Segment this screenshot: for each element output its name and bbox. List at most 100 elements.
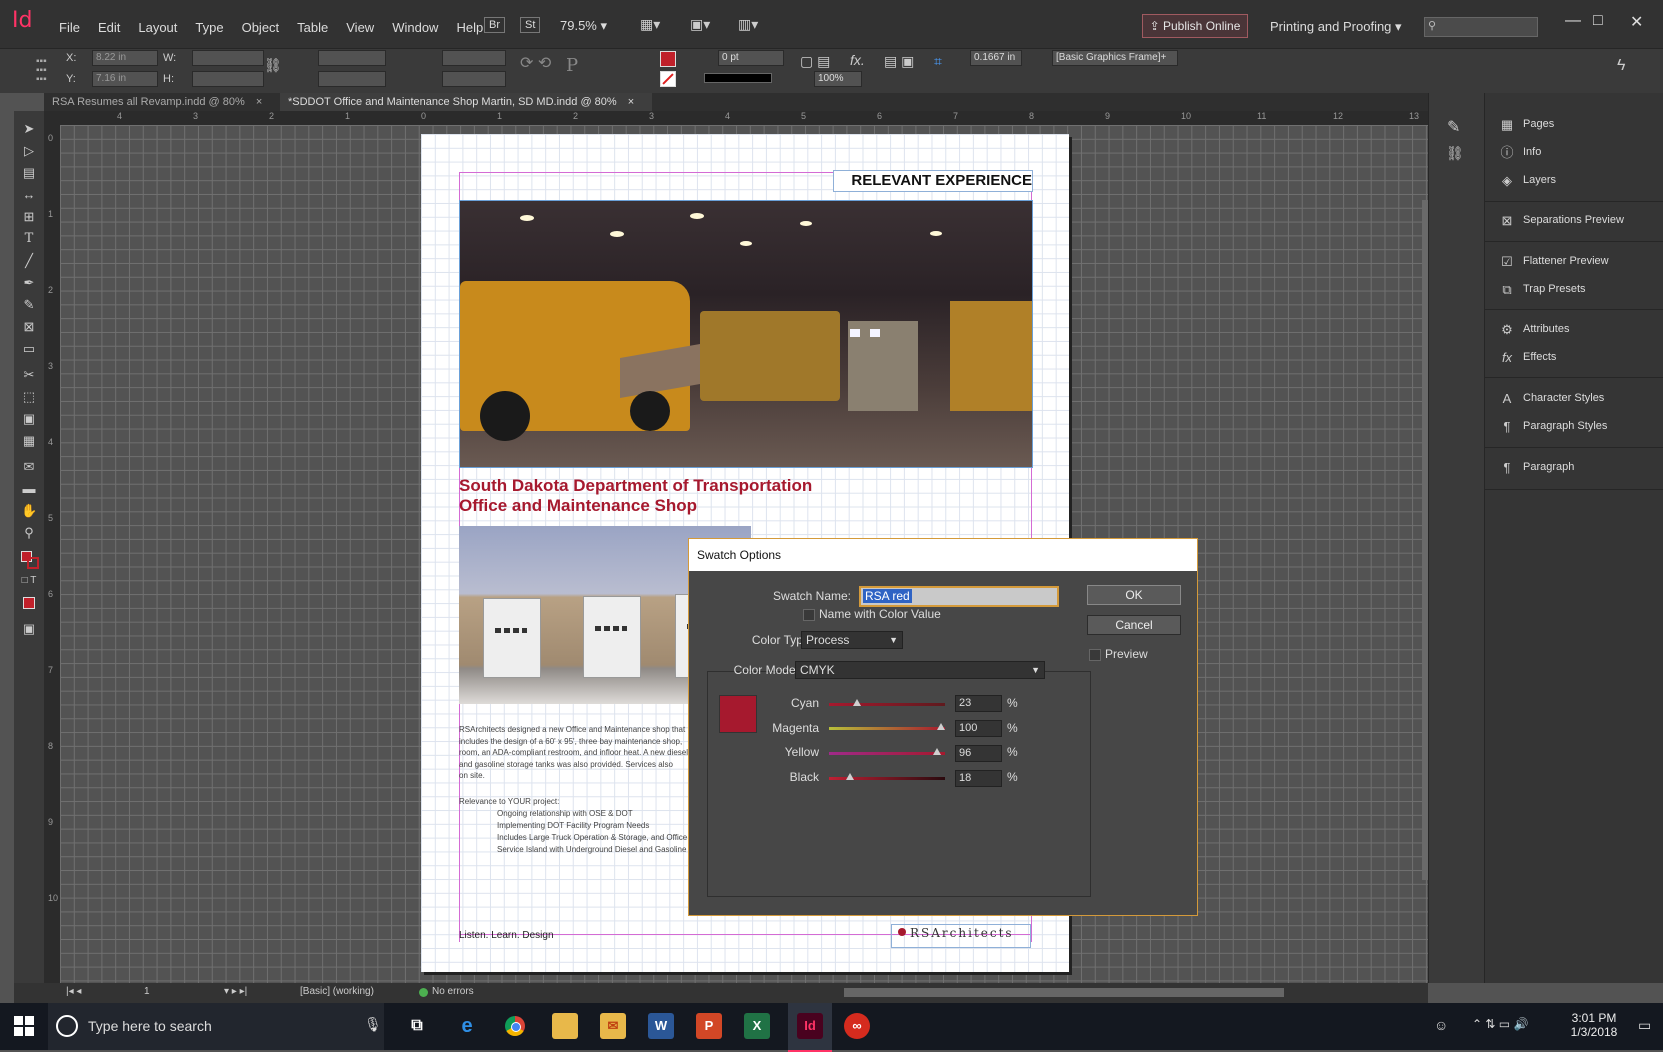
fill-stroke-icon[interactable]: [21, 551, 39, 569]
rectangle-tool-icon[interactable]: ▭: [21, 341, 37, 357]
minimize-button[interactable]: —: [1565, 12, 1581, 30]
panel-pages[interactable]: ▦ Pages: [1485, 111, 1663, 139]
scale-y-field[interactable]: [318, 71, 386, 87]
horizontal-ruler[interactable]: 4 3 2 1 0 1 2 3 4 5 6 7 8 9 10 11 12 13: [44, 111, 1428, 125]
menu-layout[interactable]: Layout: [129, 16, 186, 39]
windows-start-icon[interactable]: [14, 1016, 34, 1036]
opacity-field[interactable]: 100%: [814, 71, 862, 87]
apply-color-icon[interactable]: [21, 595, 37, 611]
type-tool-icon[interactable]: T: [21, 231, 37, 247]
note-tool-icon[interactable]: ✉: [21, 459, 37, 475]
drop-shadow-icon[interactable]: ▢ ▤: [800, 53, 830, 70]
taskbar-search-box[interactable]: Type here to search 🎙: [48, 1003, 384, 1050]
measure-tool-icon[interactable]: ▬: [21, 481, 37, 497]
tab-sddot-office[interactable]: *SDDOT Office and Maintenance Shop Marti…: [280, 93, 652, 111]
heading-frame[interactable]: RELEVANT EXPERIENCE: [833, 170, 1033, 192]
gradient-tool-icon[interactable]: ▣: [21, 411, 37, 427]
excel-icon[interactable]: X: [744, 1013, 770, 1039]
rectangle-frame-tool-icon[interactable]: ⊠: [21, 319, 37, 335]
slider-thumb[interactable]: [853, 699, 861, 706]
menu-object[interactable]: Object: [233, 16, 289, 39]
people-icon[interactable]: ☺: [1434, 1017, 1448, 1033]
free-transform-tool-icon[interactable]: ⬚: [21, 389, 37, 405]
file-explorer-icon[interactable]: [552, 1013, 578, 1039]
gap-tool-icon[interactable]: ↔: [21, 187, 37, 203]
panel-paragraph-styles[interactable]: ¶ Paragraph Styles: [1485, 413, 1663, 441]
gradient-feather-tool-icon[interactable]: ▦: [21, 433, 37, 449]
shear-field[interactable]: [442, 71, 506, 87]
cyan-field[interactable]: 23: [955, 695, 1002, 712]
direct-selection-tool-icon[interactable]: ▷: [21, 143, 37, 159]
chrome-icon[interactable]: [502, 1013, 528, 1039]
reference-point-icon[interactable]: ▪▪▪ ▪▪▪ ▪▪▪: [36, 57, 54, 85]
edge-icon[interactable]: e: [454, 1013, 480, 1039]
panel-flattener-preview[interactable]: ☑ Flattener Preview: [1485, 248, 1663, 276]
workspace-switcher[interactable]: Printing and Proofing ▾: [1270, 19, 1402, 35]
scale-x-field[interactable]: [318, 50, 386, 66]
content-collector-icon[interactable]: ⊞: [21, 209, 37, 225]
tab-rsa-resumes[interactable]: RSA Resumes all Revamp.indd @ 80% ×: [44, 93, 282, 111]
creative-cloud-icon[interactable]: ∞: [844, 1013, 870, 1039]
arrange-documents-icon[interactable]: ▥▾: [738, 16, 758, 33]
menu-window[interactable]: Window: [383, 16, 447, 39]
ok-button[interactable]: OK: [1087, 585, 1181, 605]
slider-thumb[interactable]: [937, 723, 945, 730]
word-icon[interactable]: W: [648, 1013, 674, 1039]
indesign-taskbar-item[interactable]: Id: [788, 1003, 832, 1052]
clock[interactable]: 3:01 PM 1/3/2018: [1566, 1011, 1622, 1039]
pencil-tool-icon[interactable]: ✎: [21, 297, 37, 313]
panel-layers[interactable]: ◈ Layers: [1485, 167, 1663, 195]
yellow-field[interactable]: 96: [955, 745, 1002, 762]
rotate-icon[interactable]: ⟳ ⟲: [520, 53, 551, 73]
selection-tool-icon[interactable]: ➤: [21, 121, 37, 137]
swatch-name-field[interactable]: RSA red: [859, 586, 1059, 607]
color-type-select[interactable]: Process ▼: [801, 631, 903, 649]
line-tool-icon[interactable]: ╱: [21, 253, 37, 269]
page-number-field[interactable]: 1: [144, 986, 150, 997]
cancel-button[interactable]: Cancel: [1087, 615, 1181, 635]
page-tool-icon[interactable]: ▤: [21, 165, 37, 181]
screen-mode-tool-icon[interactable]: ▣: [21, 621, 37, 637]
scissors-tool-icon[interactable]: ✂: [21, 367, 37, 383]
menu-table[interactable]: Table: [288, 16, 337, 39]
stroke-weight-field[interactable]: 0 pt: [718, 50, 784, 66]
slider-thumb[interactable]: [933, 748, 941, 755]
zoom-tool-icon[interactable]: ⚲: [21, 525, 37, 541]
panel-effects[interactable]: fx Effects: [1485, 344, 1663, 372]
preflight-status[interactable]: No errors: [432, 986, 474, 997]
preflight-profile[interactable]: [Basic] (working): [300, 986, 374, 997]
magenta-slider[interactable]: [829, 723, 945, 730]
menu-view[interactable]: View: [337, 16, 383, 39]
hand-tool-icon[interactable]: ✋: [21, 503, 37, 519]
tab-close-icon[interactable]: ×: [256, 96, 262, 108]
tab-close-icon[interactable]: ×: [628, 96, 634, 108]
panel-separations-preview[interactable]: ⊠ Separations Preview: [1485, 207, 1663, 235]
offset-field[interactable]: 0.1667 in: [970, 50, 1022, 66]
zoom-level[interactable]: 79.5% ▾: [560, 18, 607, 34]
footer-logo-frame[interactable]: RSArchitects: [891, 924, 1031, 948]
color-mode-select[interactable]: CMYK ▼: [795, 661, 1045, 679]
vertical-ruler[interactable]: 0 1 2 3 4 5 6 7 8 9 10: [44, 111, 60, 983]
stroke-type-select[interactable]: [704, 73, 772, 83]
height-field[interactable]: [192, 71, 264, 87]
panel-trap-presets[interactable]: ⧉ Trap Presets: [1485, 276, 1663, 304]
bridge-button[interactable]: Br: [484, 17, 505, 33]
slider-thumb[interactable]: [846, 773, 854, 780]
fill-swatch[interactable]: [660, 51, 676, 67]
black-field[interactable]: 18: [955, 770, 1002, 787]
system-tray-icons[interactable]: ⌃ ⇅ ▭ 🔊: [1472, 1017, 1528, 1031]
auto-fit-icon[interactable]: ⌗: [934, 53, 942, 70]
close-button[interactable]: ✕: [1630, 12, 1643, 32]
preview-checkbox[interactable]: [1089, 649, 1101, 661]
notifications-icon[interactable]: ▭: [1638, 1017, 1651, 1034]
menu-type[interactable]: Type: [186, 16, 232, 39]
horizontal-scrollbar-thumb[interactable]: [844, 988, 1284, 997]
frame-fitting-icon[interactable]: ▤ ▣: [884, 53, 914, 70]
screen-mode-icon[interactable]: ▣▾: [690, 16, 710, 33]
stock-button[interactable]: St: [520, 17, 541, 33]
fx-icon[interactable]: fx.: [850, 52, 865, 68]
x-position-field[interactable]: 8.22 in: [92, 50, 158, 66]
menu-edit[interactable]: Edit: [89, 16, 129, 39]
formatting-affects-icon[interactable]: □ T: [21, 573, 37, 589]
maintenance-garage-photo[interactable]: [459, 200, 1033, 468]
